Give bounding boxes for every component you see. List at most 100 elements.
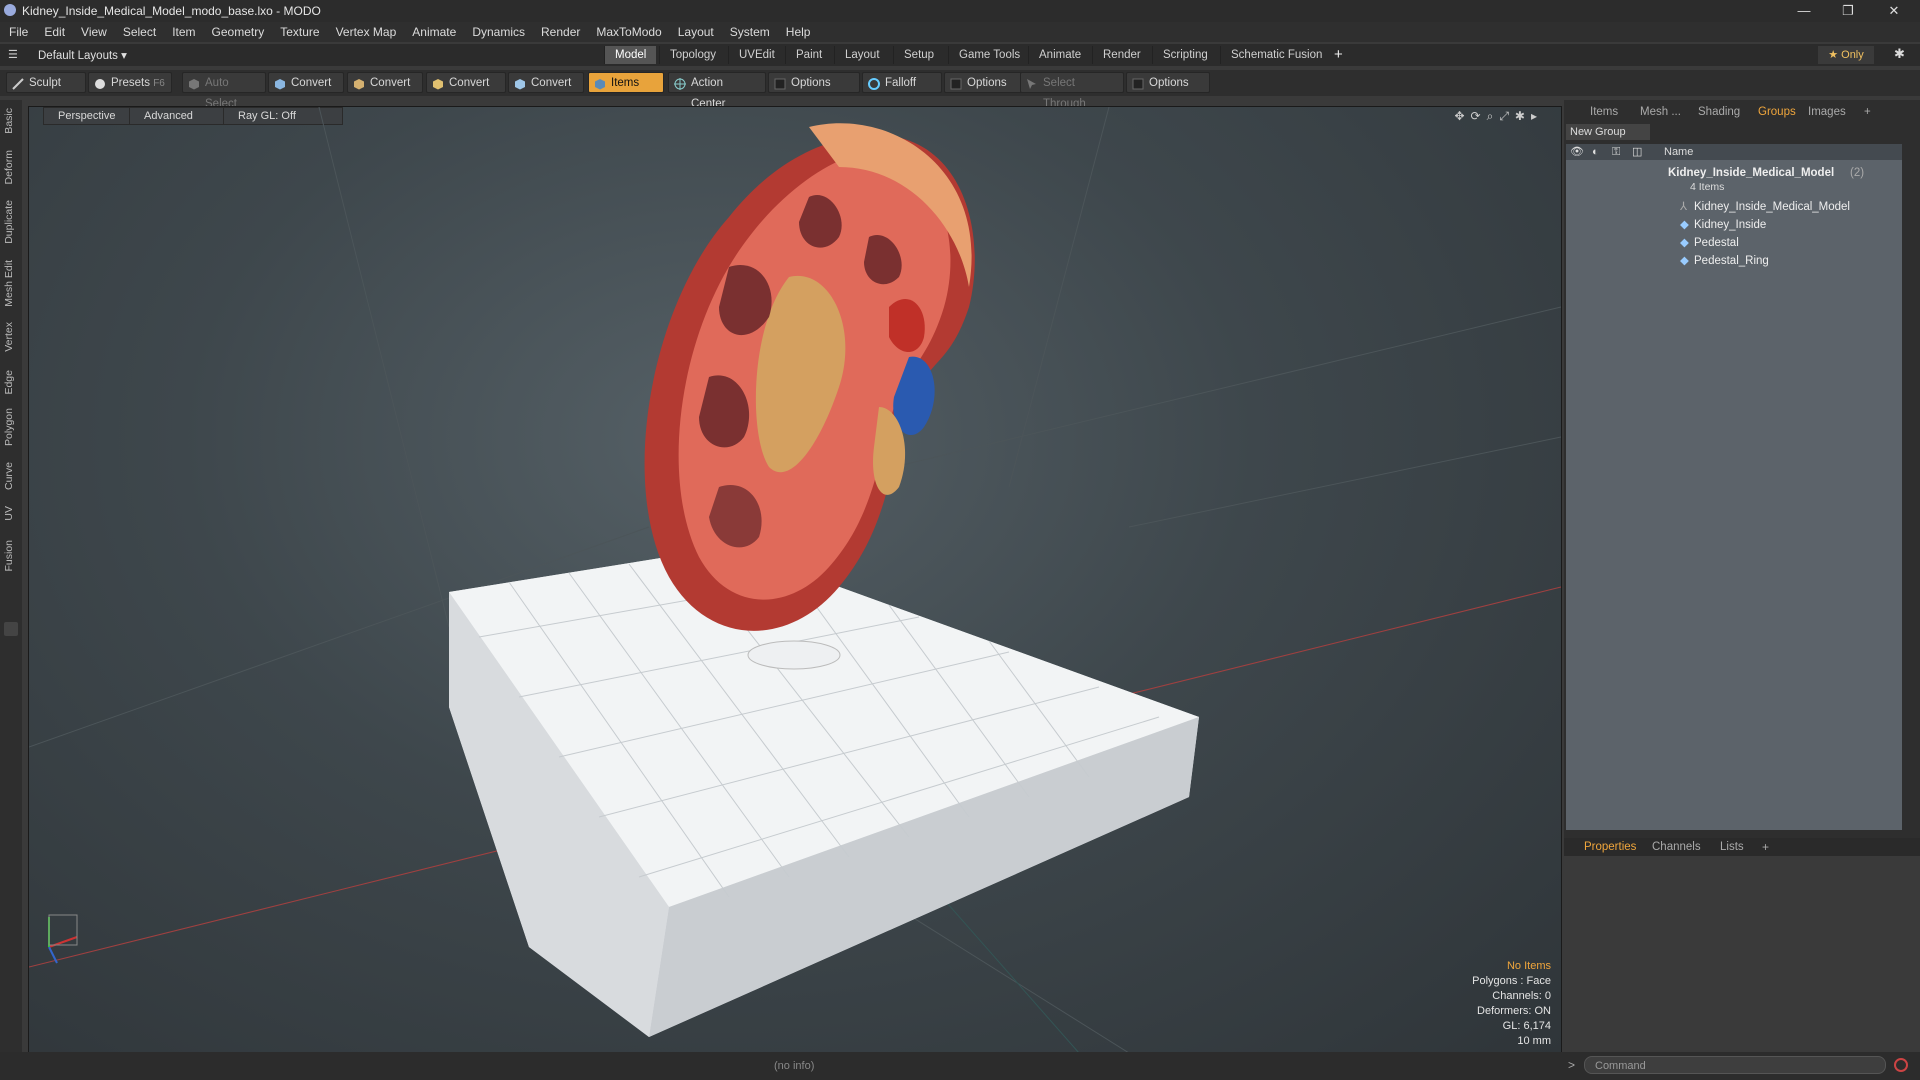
left-tool-tabs: Basic Deform Duplicate Mesh Edit Vertex … [0, 100, 22, 1080]
convert-icon [514, 77, 526, 90]
3d-viewport[interactable]: Perspective Advanced Ray GL: Off ✥⟳⌕⤢✱▸ [28, 106, 1562, 1054]
vtab-mesh-edit[interactable]: Mesh Edit [3, 260, 19, 307]
render-icon[interactable]: ◐ [1592, 144, 1599, 160]
vtab-edge[interactable]: Edge [3, 370, 19, 395]
menu-bar: File Edit View Select Item Geometry Texture Ver… [0, 22, 1920, 42]
crosshair-icon [674, 77, 686, 90]
menu-system[interactable]: System [721, 22, 777, 39]
select-icon[interactable]: ◫ [1632, 144, 1642, 160]
menu-texture[interactable]: Texture [271, 22, 326, 39]
presets-icon [94, 77, 106, 89]
add-tab-button[interactable]: + [1864, 106, 1871, 118]
falloff-label: Falloff [885, 77, 917, 89]
tab-game-tools[interactable]: Game Tools [948, 46, 1030, 64]
tree-row-item[interactable]: ◆ Pedestal_Ring [1566, 252, 1902, 270]
menu-dynamics[interactable]: Dynamics [463, 22, 532, 39]
menu-render[interactable]: Render [532, 22, 587, 39]
convert-button-3[interactable]: Convert [426, 72, 506, 93]
presets-label: Presets [111, 77, 150, 89]
tab-paint[interactable]: Paint [785, 46, 832, 64]
falloff-button[interactable]: Falloff [862, 72, 942, 93]
tab-render[interactable]: Render [1092, 46, 1151, 64]
action-center-button[interactable]: Action Center [668, 72, 766, 110]
tree-row-item[interactable]: ◆ Kidney_Inside [1566, 216, 1902, 234]
tab-shading[interactable]: Shading [1698, 106, 1740, 118]
title-bar: Kidney_Inside_Medical_Model_modo_base.lx… [0, 0, 1920, 22]
tab-topology[interactable]: Topology [659, 46, 726, 64]
group-sub: 4 Items [1566, 178, 1902, 196]
kidney-model [644, 123, 975, 631]
vtab-fusion[interactable]: Fusion [3, 540, 19, 572]
presets-button[interactable]: Presets F6 [88, 72, 172, 93]
tab-animate[interactable]: Animate [1028, 46, 1091, 64]
layout-menu-icon[interactable]: ☰ [8, 48, 18, 61]
tab-schematic-fusion[interactable]: Schematic Fusion [1220, 46, 1332, 64]
vtab-duplicate[interactable]: Duplicate [3, 200, 19, 244]
properties-panel: Properties Channels Lists + [1564, 838, 1920, 1052]
record-icon[interactable] [1894, 1058, 1908, 1072]
add-tab-button[interactable]: + [1334, 46, 1343, 63]
convert-button-1[interactable]: Convert [268, 72, 344, 93]
convert-button-2[interactable]: Convert [347, 72, 423, 93]
select-through-button[interactable]: Select Through [1020, 72, 1124, 110]
default-layouts-dropdown[interactable]: Default Layouts ▾ [38, 48, 127, 62]
item-name: Kidney_Inside [1694, 219, 1767, 231]
panel-toggle-button[interactable] [4, 622, 18, 636]
options-button-3[interactable]: Options [1126, 72, 1210, 93]
menu-vertex-map[interactable]: Vertex Map [327, 22, 404, 39]
tree-row-item[interactable]: ◆ Pedestal [1566, 234, 1902, 252]
items-mode-button[interactable]: Items [588, 72, 664, 93]
menu-file[interactable]: File [0, 22, 35, 39]
options-button-2[interactable]: Options [944, 72, 1026, 93]
vtab-vertex[interactable]: Vertex [3, 322, 19, 352]
menu-view[interactable]: View [72, 22, 114, 39]
menu-layout[interactable]: Layout [669, 22, 721, 39]
group-item-count: 4 Items [1690, 181, 1725, 193]
vtab-uv[interactable]: UV [3, 506, 19, 521]
name-column-header[interactable]: Name [1664, 144, 1693, 160]
options-button-1[interactable]: Options [768, 72, 860, 93]
tab-items[interactable]: Items [1590, 106, 1618, 118]
only-toggle[interactable]: ★ Only [1818, 46, 1874, 64]
lock-icon[interactable]: ⚿ [1612, 144, 1620, 160]
pedestal-ring [747, 640, 841, 670]
convert-button-4[interactable]: Convert [508, 72, 584, 93]
tab-properties[interactable]: Properties [1584, 841, 1636, 853]
command-prompt: > [1568, 1058, 1576, 1072]
tab-model[interactable]: Model [604, 46, 657, 64]
menu-help[interactable]: Help [777, 22, 818, 39]
sculpt-button[interactable]: Sculpt [6, 72, 86, 93]
tab-images[interactable]: Images [1808, 106, 1846, 118]
tab-setup[interactable]: Setup [893, 46, 944, 64]
item-name: Pedestal_Ring [1694, 255, 1769, 267]
tab-scripting[interactable]: Scripting [1152, 46, 1218, 64]
tab-channels[interactable]: Channels [1652, 841, 1701, 853]
menu-item[interactable]: Item [163, 22, 202, 39]
close-button[interactable]: ✕ [1878, 2, 1910, 20]
minimize-button[interactable]: — [1788, 2, 1820, 20]
maximize-button[interactable]: ❐ [1832, 2, 1864, 20]
tab-uvedit[interactable]: UVEdit [728, 46, 785, 64]
auto-select-button[interactable]: Auto Select [182, 72, 266, 110]
item-name: Pedestal [1694, 237, 1739, 249]
vtab-polygon[interactable]: Polygon [3, 408, 19, 446]
menu-select[interactable]: Select [114, 22, 163, 39]
tab-groups[interactable]: Groups [1758, 106, 1796, 118]
menu-geometry[interactable]: Geometry [203, 22, 272, 39]
eye-icon[interactable]: 👁 [1570, 144, 1584, 160]
tab-mesh[interactable]: Mesh ... [1640, 106, 1681, 118]
menu-animate[interactable]: Animate [403, 22, 463, 39]
vtab-deform[interactable]: Deform [3, 150, 19, 184]
tab-lists[interactable]: Lists [1720, 841, 1744, 853]
options-label-2: Options [967, 77, 1007, 89]
vtab-curve[interactable]: Curve [3, 462, 19, 490]
menu-maxtomodo[interactable]: MaxToModo [587, 22, 668, 39]
gear-icon[interactable]: ✱ [1894, 46, 1905, 62]
add-tab-button[interactable]: + [1762, 840, 1769, 854]
menu-edit[interactable]: Edit [35, 22, 72, 39]
vtab-basic[interactable]: Basic [3, 108, 19, 134]
tree-row-item[interactable]: ⅄ Kidney_Inside_Medical_Model [1566, 198, 1902, 216]
new-group-button[interactable]: New Group [1566, 124, 1650, 140]
command-input[interactable]: Command [1584, 1056, 1886, 1074]
tab-layout[interactable]: Layout [834, 46, 890, 64]
